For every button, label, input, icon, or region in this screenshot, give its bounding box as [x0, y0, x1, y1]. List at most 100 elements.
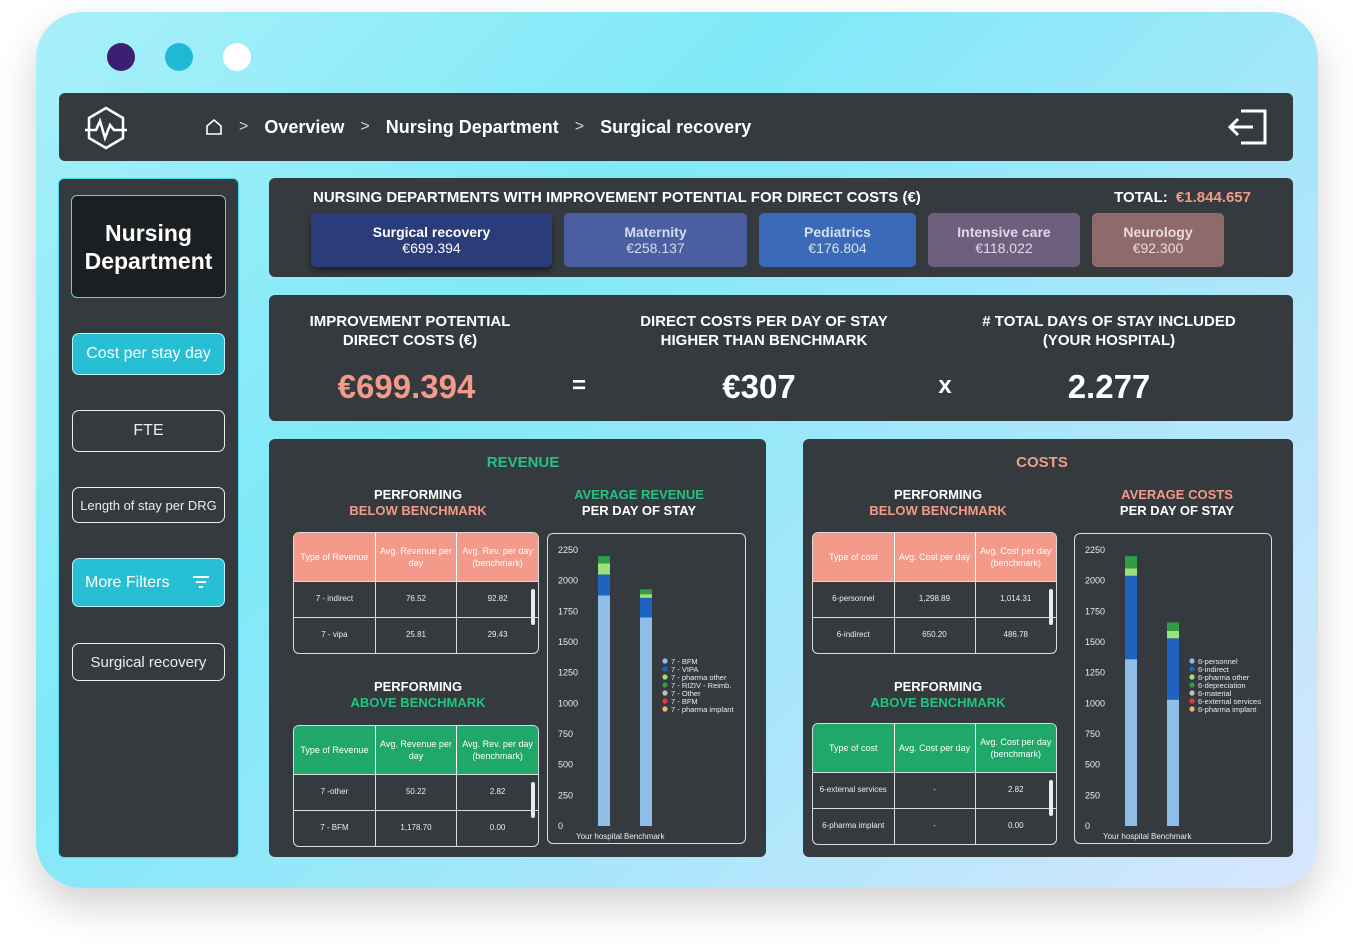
length-of-stay-button[interactable]: Length of stay per DRG — [72, 487, 225, 523]
bar-segment — [1167, 638, 1179, 700]
revenue-above-header: PERFORMING ABOVE BENCHMARK — [350, 679, 486, 710]
costs-panel: COSTS PERFORMING BELOW BENCHMARK AVERAGE… — [803, 439, 1293, 857]
y-tick-label: 500 — [1085, 760, 1100, 770]
dept-tile-pediatrics[interactable]: Pediatrics €176.804 — [759, 213, 916, 267]
table-header[interactable]: Type of Revenue — [294, 726, 376, 774]
legend-swatch — [1189, 706, 1195, 712]
sidebar: Nursing Department Cost per stay day FTE… — [58, 178, 239, 858]
revenue-avg-header: AVERAGE REVENUE PER DAY OF STAY — [574, 487, 704, 518]
table-row[interactable]: 7 -other 50.22 2.82 — [294, 773, 538, 810]
legend-swatch — [1189, 666, 1195, 672]
fte-button[interactable]: FTE — [72, 410, 225, 452]
y-tick-label: 1000 — [1085, 698, 1105, 708]
legend-swatch — [662, 658, 668, 664]
table-row[interactable]: 6-indirect 650.20 486.78 — [813, 616, 1056, 653]
table-row[interactable]: 7 - vipa 25.81 29.43 — [294, 616, 538, 653]
surgical-recovery-filter-button[interactable]: Surgical recovery — [72, 643, 225, 681]
breadcrumb-separator: > — [360, 118, 370, 135]
legend-swatch — [662, 666, 668, 672]
table-header[interactable]: Avg. Revenue per day — [375, 726, 458, 774]
x-tick-label: Benchmark — [1151, 832, 1192, 841]
window-dot-purple[interactable] — [107, 43, 135, 71]
multiply-sign: x — [938, 372, 952, 399]
logout-icon[interactable] — [1227, 106, 1271, 148]
table-header[interactable]: Type of cost — [813, 533, 895, 581]
dept-tile-surgical-recovery[interactable]: Surgical recovery €699.394 — [311, 213, 552, 267]
revenue-title: REVENUE — [486, 454, 560, 471]
improvement-potential-value: €699.394 — [337, 368, 476, 405]
table-header[interactable]: Avg. Cost per day — [894, 533, 976, 581]
legend-swatch — [1189, 682, 1195, 688]
breadcrumb-surgical-recovery[interactable]: Surgical recovery — [600, 117, 751, 138]
y-tick-label: 1500 — [558, 637, 578, 647]
y-tick-label: 1750 — [1085, 606, 1105, 616]
revenue-chart: 0 250 500 750 1000 1250 1500 1750 2000 2250 Your h… — [547, 533, 746, 844]
table-row[interactable]: 6-personnel 1,298.89 1,014.31 — [813, 580, 1056, 617]
y-tick-label: 1250 — [1085, 668, 1105, 678]
breadcrumb: > Overview > Nursing Department > Surgic… — [205, 93, 751, 161]
costs-avg-header: AVERAGE COSTS PER DAY OF STAY — [1119, 487, 1235, 518]
table-row[interactable]: 7 - indirect 76.52 92.82 — [294, 580, 538, 617]
improvement-potential-label: IMPROVEMENT POTENTIAL DIRECT COSTS (€) — [309, 313, 511, 349]
y-tick-label: 250 — [558, 790, 573, 800]
y-tick-label: 2250 — [558, 545, 578, 555]
y-tick-label: 1250 — [558, 668, 578, 678]
costs-below-header: PERFORMING BELOW BENCHMARK — [869, 487, 1007, 518]
x-tick-label: Benchmark — [624, 832, 665, 841]
cost-per-stay-day-button[interactable]: Cost per stay day — [72, 333, 225, 375]
table-header[interactable]: Avg. Revenue per day — [375, 533, 458, 581]
dept-tile-neurology[interactable]: Neurology €92.300 — [1092, 213, 1224, 267]
window-dot-cyan[interactable] — [165, 43, 193, 71]
table-header[interactable]: Avg. Cost per day (benchmark) — [975, 533, 1056, 581]
bar-segment — [640, 617, 652, 826]
table-row[interactable]: 7 - BFM 1,178.70 0.00 — [294, 809, 538, 846]
bar-segment — [640, 594, 652, 598]
table-row[interactable]: 6-external services - 2.82 — [813, 771, 1056, 808]
top-bar: > Overview > Nursing Department > Surgic… — [59, 93, 1293, 161]
table-header[interactable]: Avg. Cost per day (benchmark) — [975, 724, 1056, 772]
departments-panel: NURSING DEPARTMENTS WITH IMPROVEMENT POT… — [269, 178, 1293, 277]
filter-icon — [192, 575, 210, 589]
y-tick-label: 250 — [1085, 790, 1100, 800]
more-filters-button[interactable]: More Filters — [72, 558, 225, 607]
table-header[interactable]: Type of cost — [813, 724, 895, 772]
legend-entry: 7 - pharma implant — [671, 705, 734, 714]
legend-entry: 6-pharma implant — [1198, 705, 1257, 714]
legend-swatch — [1189, 690, 1195, 696]
logo-icon[interactable] — [83, 105, 129, 151]
table-header[interactable]: Avg. Rev. per day (benchmark) — [457, 726, 538, 774]
y-tick-label: 1750 — [558, 606, 578, 616]
breadcrumb-separator: > — [574, 118, 585, 135]
table-header[interactable]: Type of Revenue — [294, 533, 376, 581]
table-scrollbar[interactable] — [1049, 589, 1053, 625]
table-header[interactable]: Avg. Rev. per day (benchmark) — [457, 533, 538, 581]
table-scrollbar[interactable] — [1049, 780, 1053, 816]
bar-segment — [1125, 659, 1137, 826]
y-tick-label: 750 — [1085, 729, 1100, 739]
bar-segment — [1167, 630, 1179, 639]
breadcrumb-overview[interactable]: Overview — [264, 117, 344, 138]
dept-tile-maternity[interactable]: Maternity €258.137 — [564, 213, 747, 267]
total-days-value: 2.277 — [1067, 368, 1151, 405]
y-tick-label: 2250 — [1085, 545, 1105, 555]
table-header[interactable]: Avg. Cost per day — [894, 724, 976, 772]
direct-costs-label: DIRECT COSTS PER DAY OF STAY HIGHER THAN… — [640, 313, 888, 349]
y-tick-label: 1500 — [1085, 637, 1105, 647]
x-tick-label: Your hospital — [576, 832, 622, 841]
dept-tile-intensive-care[interactable]: Intensive care €118.022 — [928, 213, 1080, 267]
sidebar-title: Nursing Department — [71, 195, 226, 298]
window-dot-white[interactable] — [223, 43, 251, 71]
costs-below-table: Type of cost Avg. Cost per day Avg. Cost… — [812, 532, 1057, 654]
table-scrollbar[interactable] — [531, 782, 535, 818]
table-row[interactable]: 6-pharma implant - 0.00 — [813, 807, 1056, 844]
bar-segment — [598, 563, 610, 575]
home-icon[interactable] — [205, 118, 223, 136]
breadcrumb-nursing-department[interactable]: Nursing Department — [386, 117, 559, 138]
bar-segment — [598, 556, 610, 564]
bar-segment — [1125, 568, 1137, 576]
breadcrumb-separator: > — [239, 118, 249, 135]
legend-swatch — [662, 698, 668, 704]
legend-swatch — [1189, 698, 1195, 704]
legend-swatch — [1189, 658, 1195, 664]
table-scrollbar[interactable] — [531, 589, 535, 625]
